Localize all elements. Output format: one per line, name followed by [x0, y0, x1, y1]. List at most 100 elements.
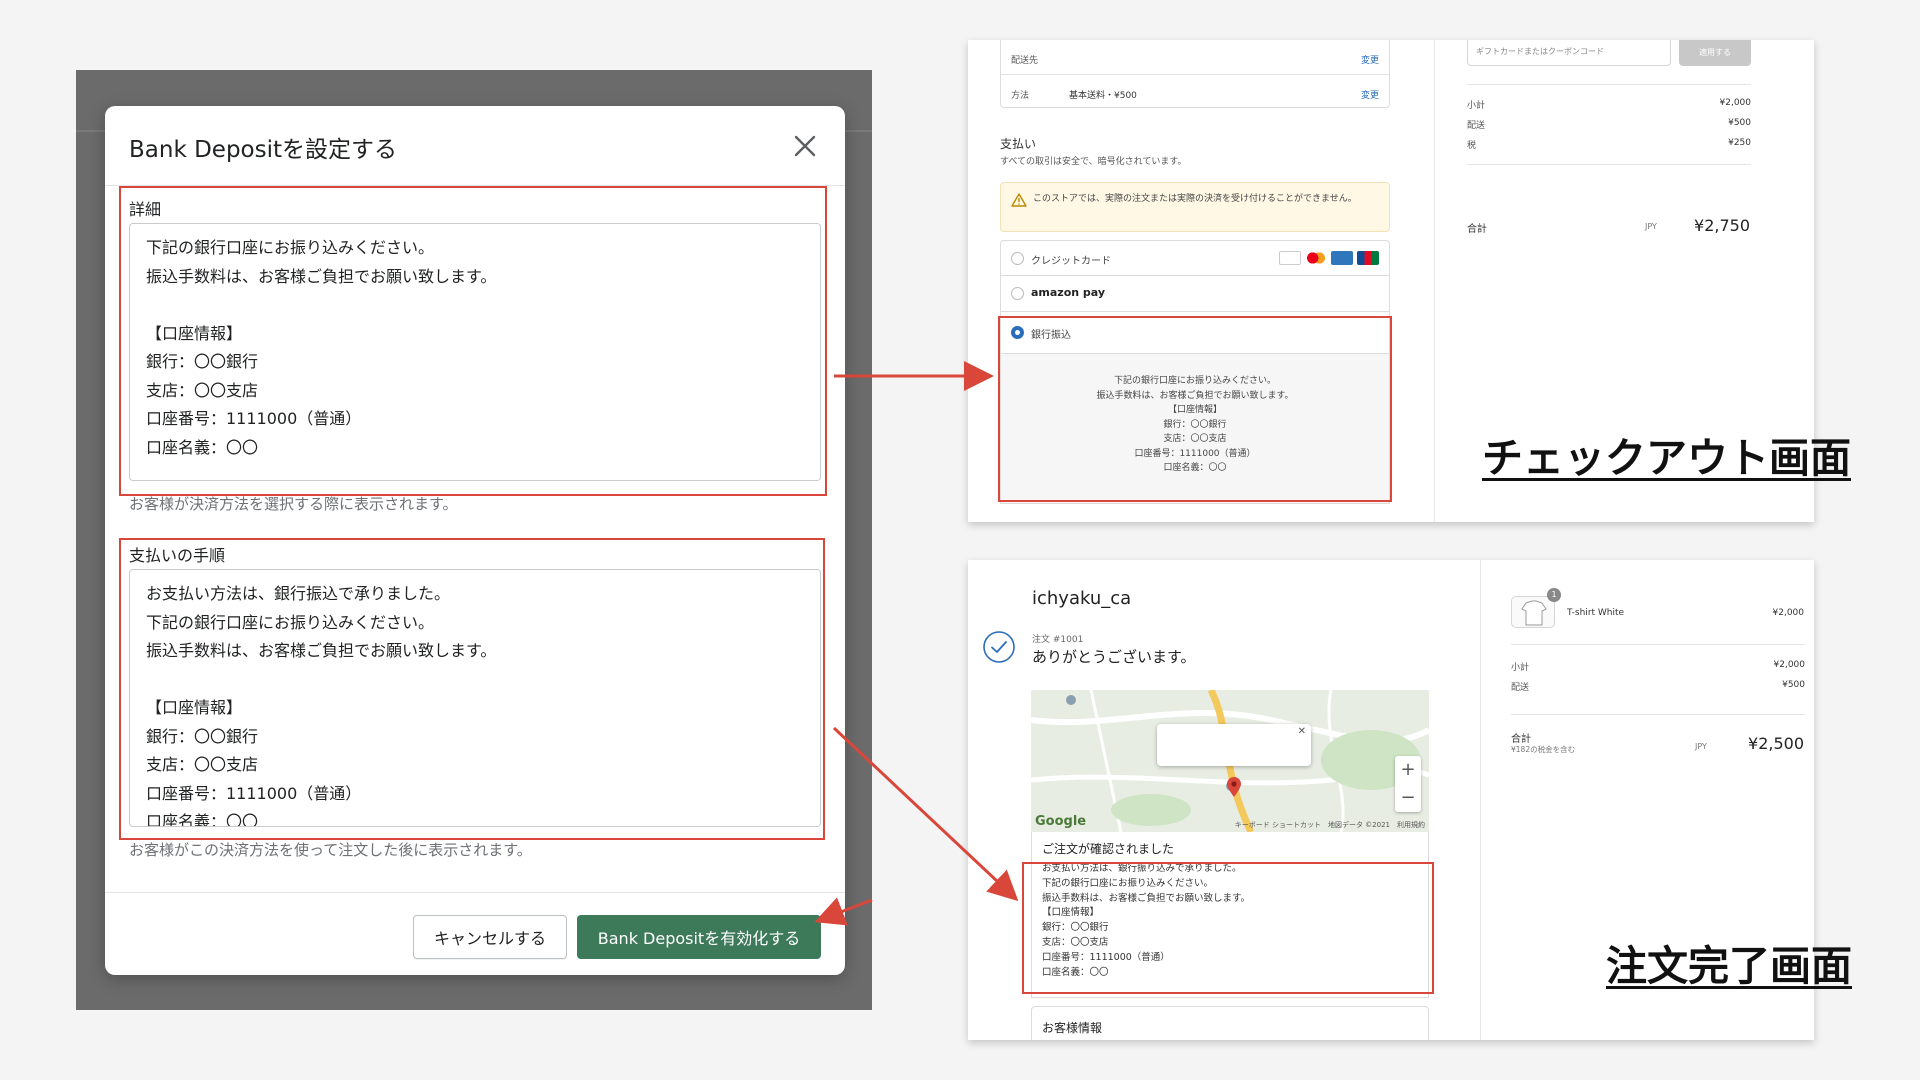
cancel-button[interactable]: キャンセルする: [413, 915, 567, 959]
radio-credit-card[interactable]: [1011, 252, 1024, 265]
subtotal-row: 小計 ¥2,000: [1467, 98, 1751, 111]
bank-transfer-label: 銀行振込: [1031, 330, 1071, 341]
details-text-line: 【口座情報】: [146, 323, 243, 343]
instructions-text-line: 振込手数料は、お客様ご負担でお願い致します。: [146, 641, 497, 660]
change-link[interactable]: 変更: [1361, 53, 1379, 66]
instructions-text-line: 口座番号：1111000（普通）: [146, 783, 362, 803]
instructions-text-line: 【口座情報】: [146, 698, 243, 717]
instructions-text-line: [146, 666, 804, 695]
checkout-main: 配送先 変更 方法 基本送料・¥500 変更 支払い すべての取引は安全で、暗号…: [968, 40, 1434, 522]
bank-detail-line: 下記の銀行口座にお振り込みください。: [1113, 376, 1276, 386]
item-name: T-shirt White: [1567, 608, 1625, 618]
total-currency: JPY: [1645, 222, 1657, 231]
details-text-line: 支店：〇〇支店: [146, 380, 259, 400]
order-number: 注文 #1001: [1032, 635, 1084, 645]
total-label: 合計: [1511, 734, 1531, 745]
modal-body: 詳細 下記の銀行口座にお振り込みください。 振込手数料は、お客様ご負担でお願い致し…: [105, 186, 845, 886]
zoom-in-icon[interactable]: +: [1395, 756, 1421, 784]
instructions-textarea[interactable]: お支払い方法は、銀行振込で承りました。 下記の銀行口座にお振り込みください。振込手…: [129, 569, 821, 827]
total-currency: JPY: [1695, 742, 1707, 751]
details-text-line: 口座名義：〇〇: [146, 437, 259, 457]
bank-detail-line: 口座名義：〇〇: [1163, 463, 1227, 473]
order-confirmation-box: ご注文が確認されました お支払い方法は、銀行振り込みで承りました。 下記の銀行口座…: [1031, 832, 1429, 998]
details-help-text: お客様が決済方法を選択する際に表示されます。: [129, 495, 458, 513]
amazon-pay-logo: amazon pay: [1031, 286, 1106, 299]
details-text-line: 口座番号：1111000（普通）: [146, 409, 362, 428]
quantity-badge: 1: [1547, 588, 1561, 602]
instructions-text-line: 支店：〇〇支店: [146, 755, 259, 774]
details-text-line: 下記の銀行口座にお振り込みください。: [146, 238, 435, 257]
confirmation-title: ご注文が確認されました: [1042, 842, 1175, 856]
details-text-line: 銀行：〇〇銀行: [146, 352, 259, 371]
warning-icon: [1011, 193, 1027, 207]
mastercard-icon: [1305, 251, 1327, 265]
modal-header: Bank Depositを設定する: [105, 106, 845, 186]
confirmation-line: 【口座情報】: [1042, 907, 1100, 919]
confirmation-line: 振込手数料は、お客様ご負担でお願い致します。: [1042, 892, 1251, 904]
payment-subtitle: すべての取引は安全で、暗号化されています。: [1000, 157, 1187, 167]
payment-title: 支払い: [1000, 137, 1037, 151]
payment-option-bank-transfer[interactable]: 銀行振込: [1000, 312, 1390, 354]
total-amount: ¥2,500: [1748, 734, 1804, 753]
google-logo: Google: [1035, 814, 1087, 829]
map[interactable]: ✕ + − Google キーボード ショートカット 地図データ ©2021 利用…: [1031, 690, 1429, 832]
instructions-label: 支払いの手順: [129, 546, 226, 565]
bank-detail-line: 口座番号：1111000（普通）: [1134, 448, 1256, 459]
confirmation-line: 支店：〇〇支店: [1042, 936, 1109, 948]
instructions-help-text: お客様がこの決済方法を使って注文した後に表示されます。: [129, 841, 532, 859]
instructions-text-line: お支払い方法は、銀行振込で承りました。: [146, 584, 451, 603]
item-price: ¥2,000: [1772, 608, 1805, 618]
shipping-row: 配送 ¥500: [1467, 118, 1751, 131]
details-textarea[interactable]: 下記の銀行口座にお振り込みください。 振込手数料は、お客様ご負担でお願い致します。…: [129, 223, 821, 481]
method-row: 方法 基本送料・¥500 変更: [1001, 74, 1389, 108]
radio-amazon-pay[interactable]: [1011, 287, 1024, 300]
map-attribution[interactable]: キーボード ショートカット 地図データ ©2021 利用規約: [1235, 820, 1425, 830]
customer-info-box: お客様情報: [1031, 1006, 1429, 1040]
shipping-row: 配送 ¥500: [1511, 680, 1805, 693]
bank-transfer-details: 下記の銀行口座にお振り込みください。振込手数料は、お客様ご負担でお願い致します。…: [1000, 354, 1390, 504]
close-icon[interactable]: ✕: [1298, 726, 1306, 737]
gift-card-input[interactable]: ギフトカードまたはクーポンコード: [1467, 40, 1671, 66]
map-pin-icon: [1227, 777, 1241, 797]
details-text-line: [146, 291, 804, 320]
card-brand-icons: [1275, 251, 1379, 268]
bank-detail-line: 振込手数料は、お客様ご負担でお願い致します。: [1096, 390, 1294, 401]
method-value: 基本送料・¥500: [1069, 91, 1137, 101]
test-store-warning: このストアでは、実際の注文または実際の決済を受け付けることができません。: [1000, 182, 1390, 232]
payment-option-credit-card[interactable]: クレジットカード: [1000, 240, 1390, 276]
jcb-icon: [1357, 251, 1379, 265]
instructions-text-line: 下記の銀行口座にお振り込みください。: [146, 612, 435, 632]
close-icon[interactable]: [787, 128, 823, 164]
tax-note: ¥182の税金を含む: [1511, 745, 1576, 754]
confirmation-line: お支払い方法は、銀行振り込みで承りました。: [1042, 863, 1242, 874]
change-link[interactable]: 変更: [1361, 88, 1379, 101]
radio-bank-transfer[interactable]: [1011, 326, 1024, 339]
method-label: 方法: [1011, 91, 1030, 101]
check-circle-icon: [983, 631, 1015, 663]
credit-card-label: クレジットカード: [1031, 256, 1111, 267]
map-info-popup: ✕: [1157, 724, 1311, 766]
confirmation-line: 口座番号：1111000（普通）: [1042, 951, 1170, 963]
ship-to-row: 配送先 変更: [1001, 40, 1389, 74]
modal-footer: キャンセルする Bank Depositを有効化する: [105, 892, 845, 975]
activate-bank-deposit-button[interactable]: Bank Depositを有効化する: [577, 915, 821, 959]
checkout-caption: チェックアウト画面: [1482, 434, 1851, 482]
payment-option-amazon-pay[interactable]: amazon pay: [1000, 276, 1390, 312]
amex-icon: [1331, 251, 1353, 265]
bank-deposit-modal: Bank Depositを設定する 詳細 下記の銀行口座にお振り込みください。振…: [105, 106, 845, 975]
apply-button[interactable]: 適用する: [1679, 40, 1751, 66]
bank-detail-line: 支店：〇〇支店: [1163, 434, 1227, 444]
zoom-out-icon[interactable]: −: [1395, 784, 1421, 812]
ship-to-label: 配送先: [1011, 56, 1039, 66]
order-complete-caption: 注文完了画面: [1606, 942, 1852, 990]
details-label: 詳細: [129, 200, 162, 219]
confirmation-line: 下記の銀行口座にお振り込みください。: [1042, 877, 1214, 889]
total-label: 合計: [1467, 224, 1487, 235]
instructions-text-line: 口座名義：〇〇: [146, 812, 259, 827]
warning-text: このストアでは、実際の注文または実際の決済を受け付けることができません。: [1033, 194, 1357, 204]
map-zoom-control[interactable]: + −: [1395, 756, 1421, 812]
instructions-text-line: 銀行：〇〇銀行: [146, 726, 259, 746]
bank-detail-line: 銀行：〇〇銀行: [1163, 419, 1227, 430]
total-amount: ¥2,750: [1694, 216, 1750, 235]
modal-title: Bank Depositを設定する: [129, 137, 398, 163]
